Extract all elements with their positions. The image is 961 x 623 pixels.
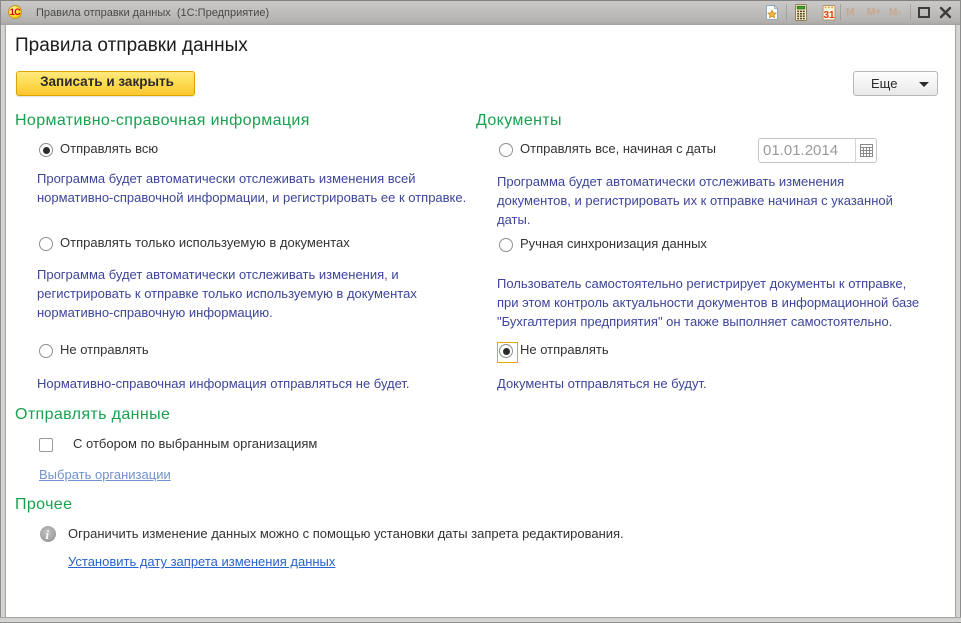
svg-text:31: 31: [823, 10, 835, 21]
